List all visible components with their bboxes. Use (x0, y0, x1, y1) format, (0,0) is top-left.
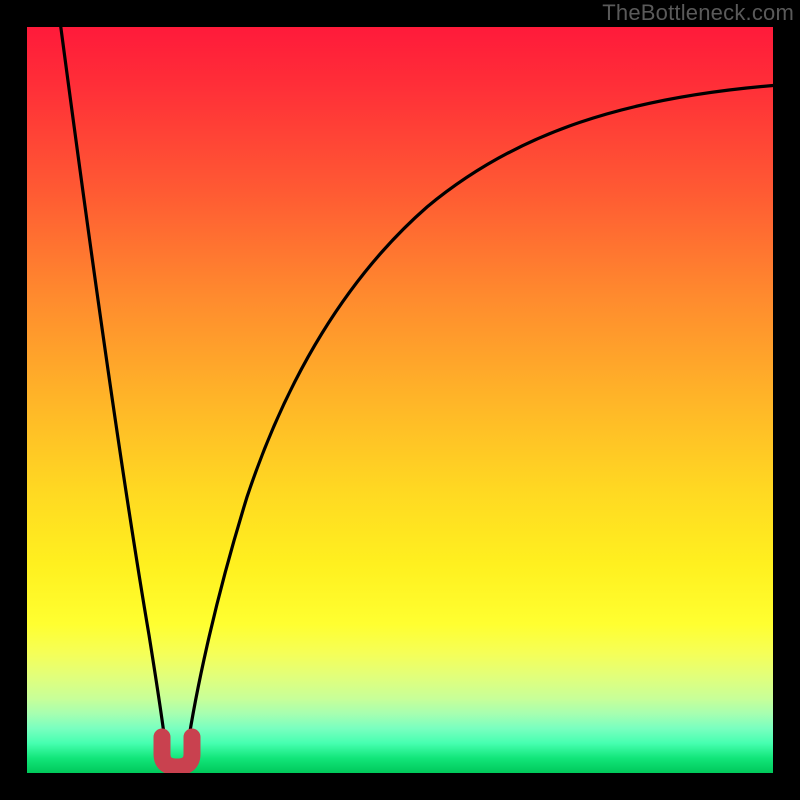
u-marker-icon (162, 737, 192, 767)
watermark-text: TheBottleneck.com (602, 0, 794, 26)
curve-right-branch (187, 85, 773, 750)
curve-left-branch (60, 27, 166, 750)
chart-frame: TheBottleneck.com (0, 0, 800, 800)
plot-area (27, 27, 773, 773)
curve-layer (27, 27, 773, 773)
